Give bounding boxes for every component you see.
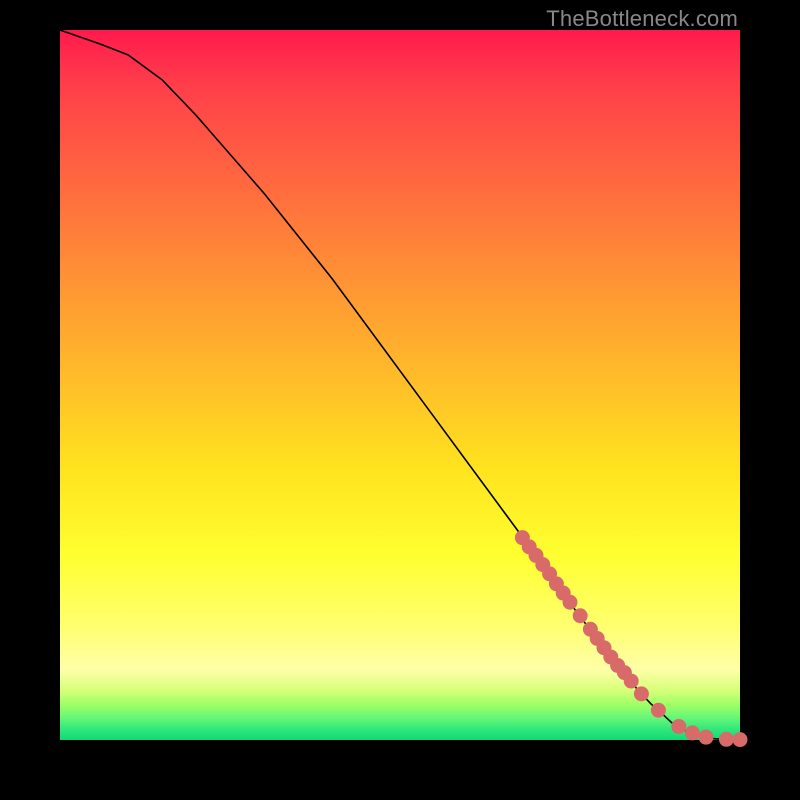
curve-marker: [651, 703, 666, 718]
curve-overlay: [60, 30, 740, 740]
marker-group: [515, 530, 748, 747]
curve-marker: [634, 686, 649, 701]
curve-marker: [671, 719, 686, 734]
curve-marker: [719, 732, 734, 747]
curve-marker: [624, 674, 639, 689]
curve-marker: [563, 595, 578, 610]
watermark-text: TheBottleneck.com: [546, 6, 738, 32]
curve-marker: [685, 725, 700, 740]
main-curve: [60, 30, 740, 740]
curve-marker: [699, 730, 714, 745]
curve-marker: [733, 732, 748, 747]
curve-marker: [573, 608, 588, 623]
